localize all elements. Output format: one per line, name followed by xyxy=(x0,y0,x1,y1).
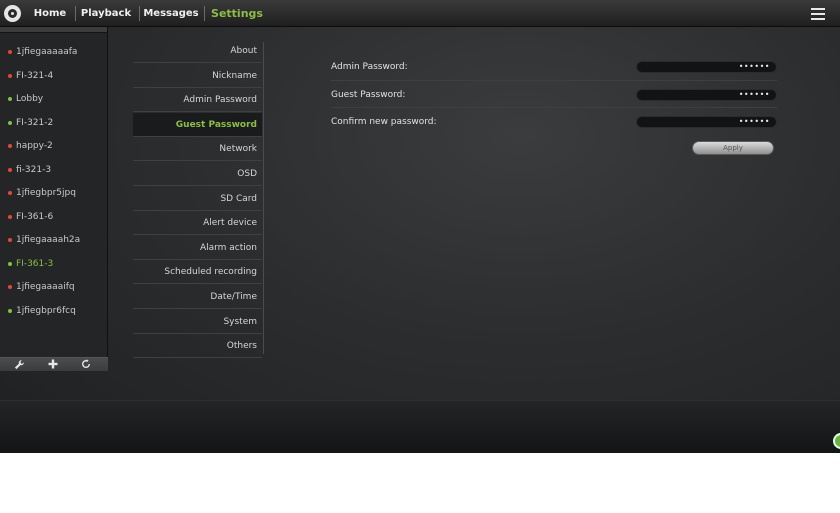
settings-menu-item[interactable]: Others xyxy=(133,334,262,359)
tab-playback[interactable]: Playback xyxy=(79,0,133,27)
status-dot-icon xyxy=(8,238,12,242)
device-list-item[interactable]: FI-361-6 xyxy=(0,206,108,228)
settings-menu-item[interactable]: OSD xyxy=(133,162,262,186)
device-list-item[interactable]: 1jfiegbpr5jpq xyxy=(0,182,108,204)
app-logo-icon xyxy=(4,5,21,22)
guest-password-label: Guest Password: xyxy=(331,90,406,100)
device-list-header xyxy=(0,27,107,33)
device-list-item[interactable]: Lobby xyxy=(0,88,108,110)
device-name: FI-361-6 xyxy=(16,211,54,222)
status-dot-icon xyxy=(8,97,12,101)
settings-menu-item[interactable]: Date/Time xyxy=(133,285,262,309)
device-name: fi-321-3 xyxy=(16,164,52,175)
device-name: 1jfiegaaaaifq xyxy=(16,282,75,292)
device-name: 1jfiegbpr5jpq xyxy=(16,188,76,198)
status-dot-icon xyxy=(8,167,12,172)
confirm-password-field[interactable]: •••••• xyxy=(636,116,777,128)
settings-menu-item[interactable]: Nickname xyxy=(133,64,262,88)
settings-menu-item[interactable]: Alert device xyxy=(133,211,262,236)
nav-separator xyxy=(75,6,76,21)
settings-menu-item[interactable]: Guest Password xyxy=(133,112,262,137)
nav-separator xyxy=(139,6,140,21)
settings-menu-item[interactable]: Network xyxy=(133,137,262,162)
app-window: Home Playback Messages Settings 1jfiegaa… xyxy=(0,0,840,453)
form-divider xyxy=(331,107,777,108)
tab-settings[interactable]: Settings xyxy=(209,0,265,27)
device-list-item[interactable]: happy-2 xyxy=(0,135,108,157)
hamburger-menu-icon[interactable] xyxy=(811,8,825,20)
wrench-icon[interactable] xyxy=(13,359,25,371)
settings-menu-item[interactable]: Alarm action xyxy=(133,236,262,260)
device-name: happy-2 xyxy=(16,141,53,151)
device-list-item[interactable]: FI-361-3 xyxy=(0,253,108,275)
admin-password-label: Admin Password: xyxy=(331,62,408,72)
admin-password-field[interactable]: •••••• xyxy=(636,61,777,73)
status-dot-icon xyxy=(8,120,12,125)
settings-menu-item[interactable]: Admin Password xyxy=(133,88,262,113)
device-name: 1jfiegbpr6fcq xyxy=(16,305,76,316)
device-name: FI-321-2 xyxy=(16,117,54,128)
guest-password-field[interactable]: •••••• xyxy=(636,89,777,101)
confirm-password-label: Confirm new password: xyxy=(331,117,437,127)
status-dot-icon xyxy=(8,50,12,54)
device-name: FI-321-4 xyxy=(16,70,54,81)
device-list-item[interactable]: fi-321-3 xyxy=(0,159,108,181)
device-list-item[interactable]: FI-321-4 xyxy=(0,65,108,87)
settings-menu-item[interactable]: System xyxy=(133,310,262,334)
device-list-item[interactable]: 1jfiegaaaah2a xyxy=(0,229,108,251)
device-list-item[interactable]: 1jfiegbpr6fcq xyxy=(0,300,108,322)
top-nav-bar: Home Playback Messages Settings xyxy=(0,0,840,27)
device-name: 1jfiegaaaah2a xyxy=(16,235,81,245)
device-name: Lobby xyxy=(16,94,44,104)
apply-button[interactable]: Apply xyxy=(692,141,774,155)
status-dot-icon xyxy=(8,191,12,195)
nav-separator xyxy=(204,6,205,21)
device-name: 1jfiegaaaaafa xyxy=(16,47,78,57)
device-list-item[interactable]: 1jfiegaaaaafa xyxy=(0,41,108,63)
status-dot-icon xyxy=(8,144,12,148)
refresh-icon[interactable] xyxy=(80,359,92,371)
status-dot-icon xyxy=(8,261,12,266)
device-list-item[interactable]: FI-321-2 xyxy=(0,112,108,134)
status-dot-icon xyxy=(8,308,12,313)
bottom-panel xyxy=(0,400,840,453)
settings-menu-item[interactable]: About xyxy=(133,39,262,63)
plus-icon[interactable] xyxy=(47,359,59,371)
tab-home[interactable]: Home xyxy=(28,0,72,27)
settings-menu-item[interactable]: Scheduled recording xyxy=(133,260,262,285)
device-list-toolbar xyxy=(0,357,108,371)
settings-menu-divider xyxy=(263,42,264,354)
tab-messages[interactable]: Messages xyxy=(142,0,200,27)
status-dot-icon xyxy=(8,285,12,289)
device-list-item[interactable]: 1jfiegaaaaifq xyxy=(0,276,108,298)
settings-menu-item[interactable]: SD Card xyxy=(133,187,262,211)
form-divider xyxy=(331,80,777,81)
status-dot-icon xyxy=(8,214,12,219)
device-name: FI-361-3 xyxy=(16,258,54,269)
status-dot-icon xyxy=(8,73,12,78)
